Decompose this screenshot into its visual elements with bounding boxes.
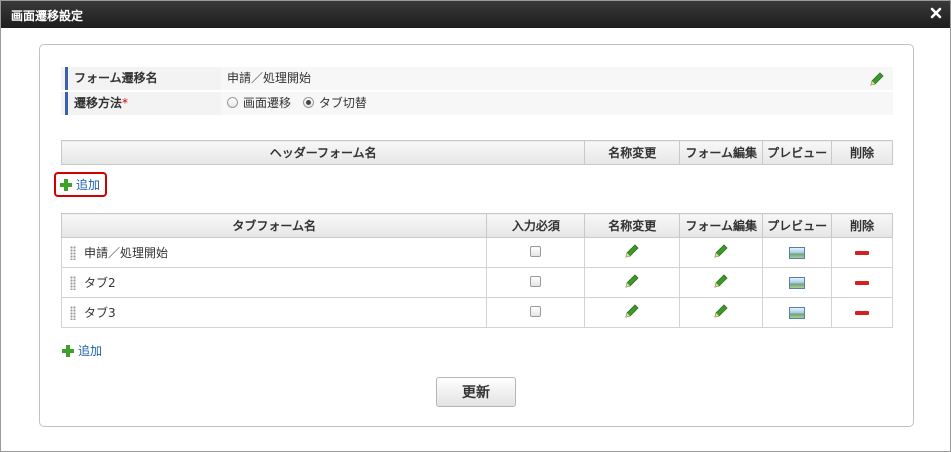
rename-cell — [584, 237, 681, 268]
table-row: タブ3 — [60, 297, 893, 328]
header-table-header-row: ヘッダーフォーム名 名称変更 フォーム編集 プレビュー 削除 — [60, 140, 893, 165]
header-form-table: ヘッダーフォーム名 名称変更 フォーム編集 プレビュー 削除 — [60, 140, 893, 165]
radio-tab-switch-label: タブ切替 — [318, 96, 367, 110]
preview-image-icon[interactable] — [789, 247, 806, 259]
form-edit-pencil-icon[interactable] — [713, 274, 729, 292]
drag-handle-icon[interactable] — [70, 306, 76, 320]
required-cell — [486, 237, 586, 268]
form-name-row: フォーム遷移名 申請／処理開始 — [61, 67, 893, 90]
plus-icon — [62, 344, 74, 357]
required-checkbox[interactable] — [530, 275, 542, 287]
transition-method-label: 遷移方法* — [65, 92, 217, 115]
preview-cell — [762, 237, 833, 268]
col-tab-form-name: タブフォーム名 — [60, 213, 488, 238]
radio-button-icon[interactable] — [227, 97, 238, 108]
required-checkbox[interactable] — [530, 245, 542, 257]
col-form-edit: フォーム編集 — [679, 213, 764, 238]
tab-name: 申請／処理開始 — [84, 246, 169, 260]
add-tab-form-label: 追加 — [78, 344, 103, 358]
table-row: タブ2 — [60, 267, 893, 298]
dialog-titlebar: 画面遷移設定 — [1, 1, 950, 28]
preview-cell — [762, 297, 833, 328]
radio-screen-transition[interactable]: 画面遷移 — [227, 92, 291, 115]
transition-method-row: 遷移方法* 画面遷移 タブ切替 — [61, 92, 893, 115]
rename-pencil-icon[interactable] — [624, 304, 640, 322]
tab-form-table: タブフォーム名 入力必須 名称変更 フォーム編集 プレビュー 削除 申請／処理開… — [60, 213, 893, 328]
col-rename: 名称変更 — [584, 140, 681, 165]
table-row: 申請／処理開始 — [60, 237, 893, 268]
tab-name-cell: タブ3 — [60, 297, 488, 328]
tab-name: タブ3 — [84, 306, 116, 320]
dialog-window: 画面遷移設定 フォーム遷移名 申請／処理開始 遷移方法* 画面遷移 タブ切替 ヘ… — [0, 0, 951, 452]
required-cell — [486, 297, 586, 328]
preview-cell — [762, 267, 833, 298]
col-rename: 名称変更 — [584, 213, 681, 238]
form-name-value: 申請／処理開始 — [227, 71, 312, 85]
form-name-label: フォーム遷移名 — [65, 67, 217, 90]
add-header-form-label: 追加 — [76, 178, 101, 192]
delete-minus-icon[interactable] — [855, 281, 870, 285]
required-checkbox[interactable] — [530, 305, 542, 317]
preview-image-icon[interactable] — [789, 307, 806, 319]
rename-pencil-icon[interactable] — [624, 244, 640, 262]
col-delete: 削除 — [831, 213, 893, 238]
col-preview: プレビュー — [762, 213, 833, 238]
col-header-form-name: ヘッダーフォーム名 — [60, 140, 586, 165]
delete-cell — [831, 237, 893, 268]
add-header-form-button[interactable]: 追加 — [54, 172, 108, 197]
tab-name-cell: タブ2 — [60, 267, 488, 298]
plus-icon — [60, 178, 72, 191]
rename-cell — [584, 267, 681, 298]
form-edit-pencil-icon[interactable] — [713, 304, 729, 322]
col-preview: プレビュー — [762, 140, 833, 165]
col-form-edit: フォーム編集 — [679, 140, 764, 165]
radio-screen-transition-label: 画面遷移 — [243, 96, 292, 110]
tab-table-header-row: タブフォーム名 入力必須 名称変更 フォーム編集 プレビュー 削除 — [60, 213, 893, 238]
form-name-value-cell: 申請／処理開始 — [221, 67, 893, 90]
tab-name: タブ2 — [84, 276, 116, 290]
add-tab-form-button[interactable]: 追加 — [62, 342, 102, 359]
drag-handle-icon[interactable] — [70, 246, 76, 260]
delete-minus-icon[interactable] — [855, 311, 870, 315]
transition-method-options: 画面遷移 タブ切替 — [221, 92, 893, 115]
radio-tab-switch[interactable]: タブ切替 — [302, 92, 367, 115]
form-edit-cell — [679, 267, 764, 298]
delete-minus-icon[interactable] — [855, 251, 870, 255]
col-delete: 削除 — [831, 140, 893, 165]
delete-cell — [831, 297, 893, 328]
form-edit-pencil-icon[interactable] — [713, 244, 729, 262]
delete-cell — [831, 267, 893, 298]
col-input-required: 入力必須 — [486, 213, 586, 238]
preview-image-icon[interactable] — [789, 277, 806, 289]
required-cell — [486, 267, 586, 298]
rename-cell — [584, 297, 681, 328]
form-edit-cell — [679, 237, 764, 268]
transition-method-label-text: 遷移方法 — [74, 96, 123, 110]
dialog-title: 画面遷移設定 — [11, 9, 84, 23]
update-button[interactable]: 更新 — [436, 377, 516, 407]
settings-panel: フォーム遷移名 申請／処理開始 遷移方法* 画面遷移 タブ切替 ヘッダーフォーム… — [39, 44, 914, 427]
radio-button-selected-icon[interactable] — [302, 97, 314, 108]
drag-handle-icon[interactable] — [70, 276, 76, 290]
rename-pencil-icon[interactable] — [624, 274, 640, 292]
tab-name-cell: 申請／処理開始 — [60, 237, 488, 268]
close-icon[interactable] — [929, 6, 943, 20]
form-edit-cell — [679, 297, 764, 328]
required-mark: * — [122, 96, 129, 110]
